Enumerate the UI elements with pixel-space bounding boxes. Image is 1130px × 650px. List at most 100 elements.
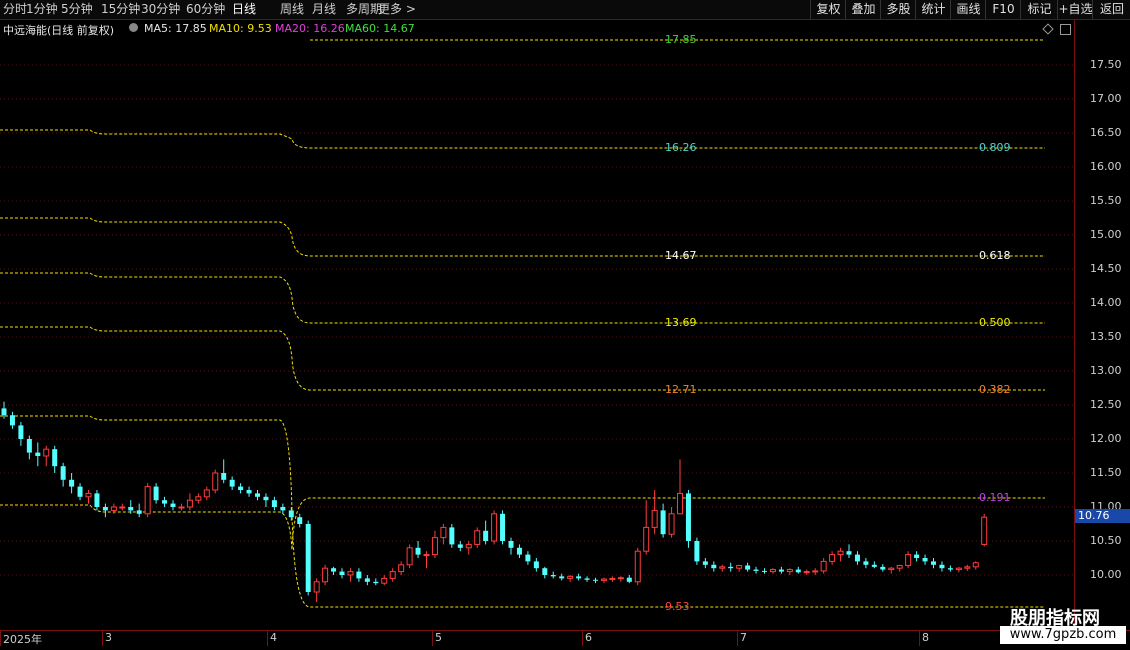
candle-body [313,581,320,593]
candle-body [136,510,142,514]
candle-body [423,554,430,557]
x-tick-label: 2025年 [3,633,42,646]
candle-body [186,499,193,508]
candle-body [508,541,514,548]
x-tick [0,630,1,646]
y-tick-label: 10.00 [1090,568,1122,581]
candle-body [144,486,151,515]
y-tick-label: 13.50 [1090,330,1122,343]
candle-body [778,569,784,572]
y-tick-label: 12.50 [1090,398,1122,411]
y-tick-label: 15.50 [1090,194,1122,207]
y-tick-label: 16.00 [1090,160,1122,173]
candle-body [77,486,83,497]
candle-body [922,558,928,562]
x-tick-label: 5 [435,631,442,644]
candle-body [85,492,92,498]
fib-line [0,415,1045,608]
x-tick [919,630,920,646]
candle-body [1,408,7,416]
candle-body [110,506,117,511]
x-tick-label: 7 [740,631,747,644]
candle-body [762,570,767,572]
watermark-url: www.7gpzb.com [1000,626,1126,644]
x-tick [102,630,103,646]
fib-line [0,217,1045,257]
candle-body [128,507,134,511]
x-tick [737,630,738,646]
candle-body [35,452,41,456]
candle-body [305,524,311,592]
candle-body [651,509,658,528]
candle-body [634,550,641,583]
candlestick-chart[interactable]: 17.85 16.26 0.809 14.67 0.618 13.69 0.500 12.71… [0,0,1075,612]
candle-body [600,578,607,581]
fib-price-label: 9.53 [665,600,690,612]
candle-body [347,571,354,576]
candle-body [43,448,50,457]
x-tick-label: 3 [105,631,112,644]
fib-line [0,326,1045,391]
candle-body [238,486,244,490]
y-tick-label: 11.50 [1090,466,1122,479]
y-tick-label: 12.00 [1090,432,1122,445]
candle-body [322,567,329,583]
candle-body [491,513,498,542]
candle-body [812,570,819,573]
y-tick-label: 15.00 [1090,228,1122,241]
candle-body [567,575,574,579]
candle-body [153,486,159,501]
y-axis-divider [1074,20,1075,632]
toolbar-button-7[interactable]: 返回 [1092,0,1130,19]
candle-body [626,577,632,582]
candle-body [854,554,860,562]
candle-body [576,576,582,579]
candle-body [694,541,700,562]
candle-body [719,566,726,569]
candle-body [888,567,895,571]
candle-body [263,496,269,501]
fib-price-label: 14.67 [665,249,697,262]
fib-ratio-label: 0.382 [979,383,1011,396]
x-tick [432,630,433,646]
candle-body [288,510,294,518]
candle-body [162,500,168,504]
candle-body [880,566,886,570]
candle-body [246,490,252,494]
candle-body [516,547,522,555]
y-tick-label: 16.50 [1090,126,1122,139]
candle-body [702,561,708,565]
candle-body [364,578,370,582]
candle-body [18,425,24,439]
x-tick [582,630,583,646]
candle-body [52,449,58,467]
candle-body [947,568,953,570]
fib-ratio-label: 0.618 [979,249,1011,262]
candle-body [449,527,455,545]
candle-body [26,439,32,453]
candle-body [829,554,836,562]
candle-body [981,516,988,545]
candle-body [474,530,481,545]
candle-body [914,554,920,558]
candle-body [955,567,962,571]
candle-body [677,492,683,515]
candle-body [795,569,801,573]
candle-body [69,479,75,487]
candle-body [593,579,598,581]
candle-body [846,551,852,555]
candle-body [711,564,717,569]
candle-body [406,547,413,566]
y-tick-label: 14.00 [1090,296,1122,309]
current-price-badge: 10.76 [1075,509,1130,523]
x-tick-label: 6 [585,631,592,644]
candle-body [786,569,793,573]
candle-body [500,513,506,541]
candle-body [863,561,869,565]
candle-body [820,560,827,572]
candle-body [896,564,903,569]
candle-body [931,561,936,565]
candle-body [398,564,405,573]
candle-body [457,544,463,548]
candle-body [745,565,751,570]
